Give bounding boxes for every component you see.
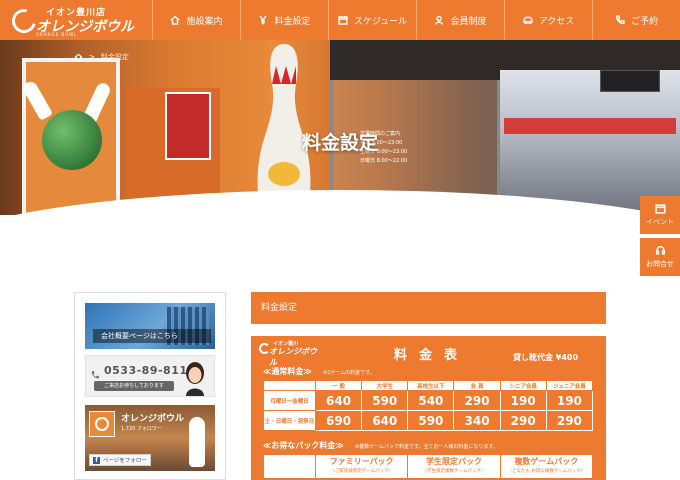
main-nav: 施設案内 料金設定 スケジュール 会員制度 アクセス ご予約: [152, 0, 680, 40]
company-banner-label: 会社概要ページはこちら: [93, 329, 211, 343]
side-tab-label: お問合せ: [646, 260, 674, 268]
price-cell: 690: [314, 410, 363, 431]
shoe-rental-price: 貸し靴代金 ¥400: [513, 353, 579, 362]
price-cell: 190: [499, 390, 547, 411]
section-heading: 料金設定: [251, 292, 606, 324]
breadcrumb-current: 料金設定: [100, 53, 129, 61]
regular-price-note: ※1ゲームの料金です。: [323, 370, 375, 376]
contact-icon: [655, 246, 665, 255]
price-cell: 190: [545, 390, 594, 411]
phone-banner[interactable]: 0533-89-8111 ご来店お待ちしております: [85, 355, 215, 397]
pack-header-multi: 複数ゲームパック （どなたも お得な複数ゲームパック）: [499, 454, 594, 479]
pack-price-note: ※複数ゲームパック料金です。全てお一人様の料金になります。: [355, 444, 498, 450]
facebook-follow-label: ページをフォロー: [103, 458, 147, 464]
price-cell: 340: [453, 410, 501, 431]
nav-schedule[interactable]: スケジュール: [328, 0, 416, 40]
table-row: 月曜日～金曜日 640 590 540 290 190 190: [263, 390, 594, 411]
side-tab-event[interactable]: イベント: [640, 196, 680, 234]
pin-shape: [189, 417, 205, 467]
pack-price-table: ファミリーパック （ご家族様限定ゲームパック） 学生限定パック （学生限定複数ゲーム…: [263, 454, 594, 479]
regular-price-table: 一 般 大学生 高校生以下 会 員 シニア会員 ジュニア会員 月曜日～金曜日 6…: [263, 380, 594, 431]
pack-name: ファミリーパック: [329, 457, 394, 466]
nav-pricing[interactable]: 料金設定: [240, 0, 328, 40]
price-board-logo-main: オレンジボウル: [269, 347, 317, 367]
nav-label: ご予約: [630, 16, 658, 27]
facebook-page-thumbnail: [89, 411, 115, 437]
facebook-widget[interactable]: オレンジボウル 1,720 フォロワー f ページをフォロー: [85, 405, 215, 471]
facebook-follow-button[interactable]: f ページをフォロー: [89, 454, 151, 466]
nav-label: 料金設定: [274, 16, 311, 27]
price-cell: 290: [453, 390, 501, 411]
company-banner[interactable]: 会社概要ページはこちら: [85, 303, 215, 349]
nav-facility[interactable]: 施設案内: [152, 0, 240, 40]
breadcrumb-separator: >: [89, 53, 95, 61]
row-label: 月曜日～金曜日: [263, 390, 316, 411]
nav-membership[interactable]: 会員制度: [416, 0, 504, 40]
logo-tagline: ORANGE BOWL: [36, 32, 78, 37]
sidebar: 会社概要ページはこちら 0533-89-8111 ご来店お待ちしております オレ…: [74, 292, 226, 480]
facebook-icon: f: [93, 456, 100, 464]
price-board-logo: イオン豊川 オレンジボウル: [259, 340, 317, 367]
person-icon: [435, 15, 444, 25]
nav-label: 会員制度: [450, 16, 487, 27]
phone-icon: [616, 15, 625, 25]
column-header: 一 般: [314, 380, 363, 391]
yen-icon: [259, 15, 268, 25]
home-icon[interactable]: [74, 53, 83, 62]
pack-sub: （学生限定複数ゲームパック）: [422, 469, 486, 474]
phone-icon: [90, 365, 100, 379]
pack-name: 複数ゲームパック: [514, 457, 579, 466]
regular-price-label: ≪通常料金≫: [263, 367, 312, 376]
calendar-icon: [654, 204, 666, 214]
pack-sub: （どなたも お得な複数ゲームパック）: [507, 469, 586, 474]
price-cell: 590: [361, 390, 409, 411]
row-label: 土・日曜日・祝祭日: [263, 410, 316, 431]
pack-sub: （ご家族様限定ゲームパック）: [330, 469, 394, 474]
facebook-page-name: オレンジボウル: [121, 414, 185, 424]
site-header: イオン豊川店 オレンジボウル ORANGE BOWL 施設案内 料金設定 スケジ…: [0, 0, 680, 40]
price-cell: 640: [361, 410, 409, 431]
price-cell: 290: [499, 410, 547, 431]
table-corner: [263, 380, 316, 391]
breadcrumb: > 料金設定: [74, 52, 129, 62]
column-header: 高校生以下: [407, 380, 455, 391]
phone-note: ご来店お待ちしております: [94, 381, 174, 391]
price-cell: 590: [407, 410, 455, 431]
column-header: シニア会員: [499, 380, 547, 391]
calendar-icon: [338, 16, 348, 25]
side-tab-label: イベント: [646, 218, 674, 226]
hero-banner: 営業時間のご案内 平日 9:00～23:00 土曜日 8:00～23:00 日曜…: [0, 40, 680, 215]
nav-label: 施設案内: [186, 16, 223, 27]
nav-access[interactable]: アクセス: [504, 0, 592, 40]
pack-name: 学生限定パック: [425, 457, 482, 466]
hero-signage: [600, 70, 660, 92]
pack-header-student: 学生限定パック （学生限定複数ゲームパック）: [407, 454, 501, 479]
site-logo[interactable]: イオン豊川店 オレンジボウル ORANGE BOWL: [0, 0, 152, 40]
facebook-followers: 1,720 フォロワー: [121, 426, 162, 432]
column-header: 会 員: [453, 380, 501, 391]
side-tab-contact[interactable]: お問合せ: [640, 238, 680, 276]
price-cell: 640: [314, 390, 363, 411]
page-title: 料金設定: [301, 132, 378, 154]
column-header: ジュニア会員: [545, 380, 594, 391]
price-board-title: 料金表: [394, 348, 470, 363]
nav-label: スケジュール: [353, 16, 408, 27]
pack-price-label: ≪お得なパック料金≫: [263, 441, 344, 450]
price-cell: 540: [407, 390, 455, 411]
table-corner: [263, 454, 316, 479]
price-cell: 290: [545, 410, 594, 431]
nav-reservation[interactable]: ご予約: [592, 0, 680, 40]
staff-avatar: [186, 362, 204, 396]
nav-label: アクセス: [538, 16, 575, 27]
pack-header-family: ファミリーパック （ご家族様限定ゲームパック）: [314, 454, 409, 479]
table-row: 土・日曜日・祝祭日 690 640 590 340 290 290: [263, 410, 594, 431]
column-header: 大学生: [361, 380, 409, 391]
home-icon: [171, 15, 180, 25]
price-board-image: イオン豊川 オレンジボウル 料金表 貸し靴代金 ¥400 ≪通常料金≫ ※1ゲー…: [251, 336, 606, 480]
car-icon: [523, 16, 533, 25]
hours-line: 日曜日 8:00～22:00: [360, 158, 408, 164]
pin-shape: [20, 79, 54, 121]
